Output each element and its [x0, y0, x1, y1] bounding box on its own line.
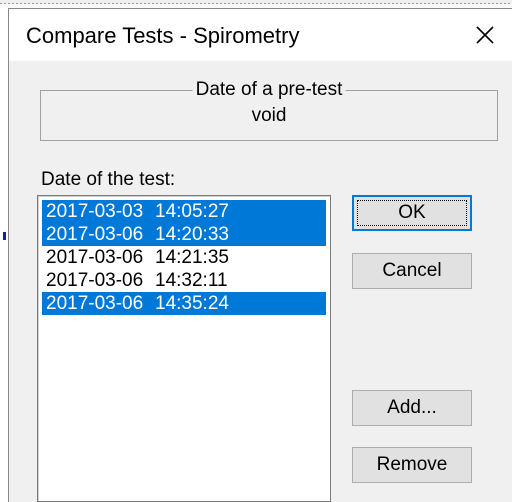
- test-time: 14:20:33: [155, 224, 229, 245]
- pretest-group: Date of a pre-test void: [40, 79, 498, 141]
- close-icon: [476, 26, 494, 44]
- pretest-legend: Date of a pre-test: [192, 79, 346, 101]
- list-item[interactable]: 2017-03-03 14:05:27: [42, 200, 326, 223]
- test-date: 2017-03-06: [46, 270, 144, 291]
- dialog-title: Compare Tests - Spirometry: [26, 23, 300, 48]
- test-date: 2017-03-06: [46, 247, 144, 268]
- background-marker: [3, 232, 6, 240]
- title-bar: Compare Tests - Spirometry: [9, 9, 512, 61]
- list-item[interactable]: 2017-03-06 14:21:35: [42, 246, 326, 269]
- pretest-value: void: [251, 105, 287, 126]
- test-time: 14:21:35: [155, 247, 229, 268]
- remove-button[interactable]: Remove: [352, 447, 472, 483]
- test-date: 2017-03-03: [46, 201, 144, 222]
- test-date: 2017-03-06: [46, 293, 144, 314]
- cancel-button[interactable]: Cancel: [352, 253, 472, 289]
- list-item[interactable]: 2017-03-06 14:35:24: [42, 292, 326, 315]
- list-item[interactable]: 2017-03-06 14:20:33: [42, 223, 326, 246]
- test-date: 2017-03-06: [46, 224, 144, 245]
- close-button[interactable]: [458, 9, 512, 61]
- test-date-list[interactable]: 2017-03-03 14:05:27 2017-03-06 14:20:33 …: [37, 195, 331, 502]
- test-time: 14:05:27: [155, 201, 229, 222]
- background-window: [0, 4, 8, 502]
- test-time: 14:32:11: [155, 270, 228, 291]
- background-window-edge: [0, 0, 512, 4]
- add-button[interactable]: Add...: [352, 390, 472, 426]
- compare-tests-dialog: Compare Tests - Spirometry Date of a pre…: [8, 8, 512, 502]
- ok-button[interactable]: OK: [352, 195, 472, 231]
- list-item[interactable]: 2017-03-06 14:32:11: [42, 269, 326, 292]
- test-list-label: Date of the test:: [41, 169, 176, 190]
- test-time: 14:35:24: [155, 293, 229, 314]
